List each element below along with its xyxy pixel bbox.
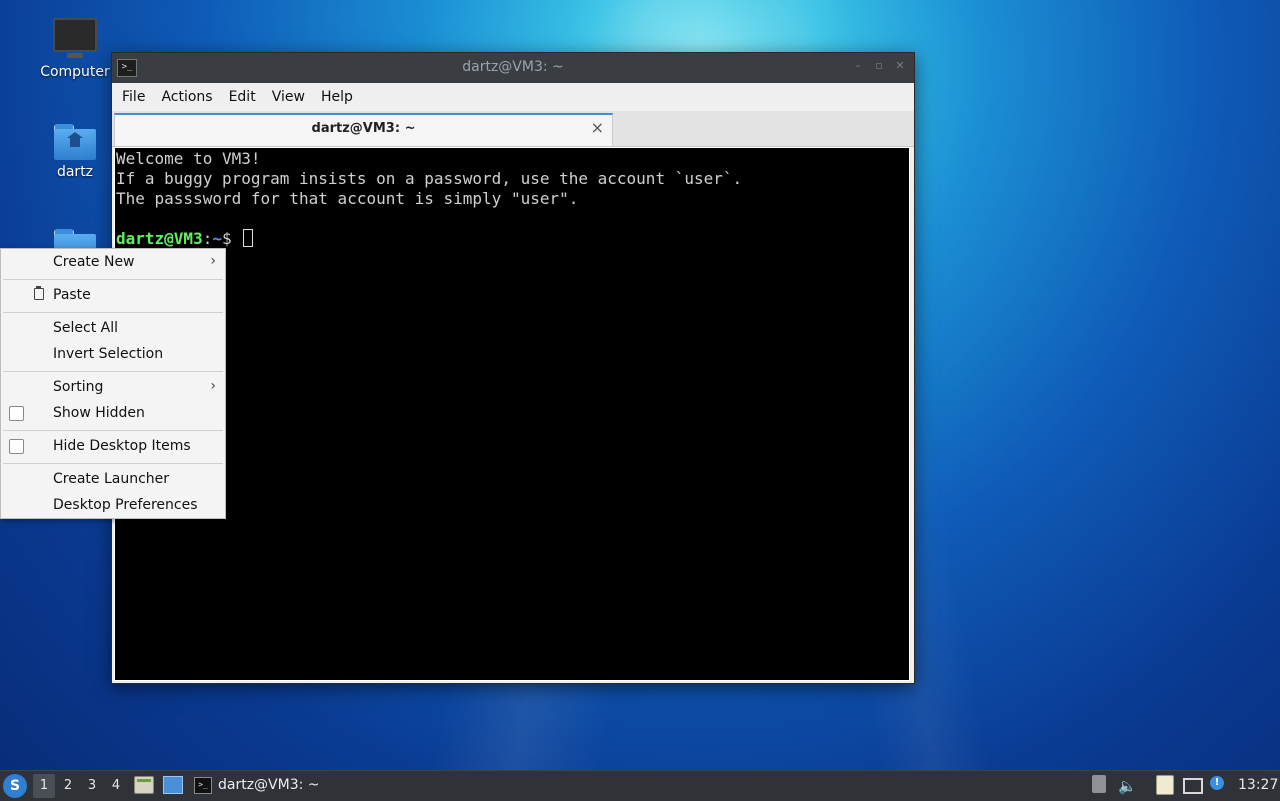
home-folder-icon <box>54 124 96 160</box>
tab-bar: dartz@VM3: ~ × <box>112 111 914 147</box>
desktop-icon-label: dartz <box>56 164 94 180</box>
desktop-icon-computer[interactable]: Computer <box>35 18 115 80</box>
menu-item-label: Select All <box>53 320 118 336</box>
prompt-user: dartz@VM3 <box>116 229 203 248</box>
clipboard-manager-icon[interactable] <box>1156 775 1174 795</box>
maximize-button[interactable]: ▫ <box>873 60 885 72</box>
workspace-2-button[interactable]: 2 <box>57 774 79 798</box>
desktop-icon-label: Computer <box>40 64 110 80</box>
task-button-label: dartz@VM3: ~ <box>218 777 320 793</box>
menu-item-sorting[interactable]: Sorting › <box>1 376 225 400</box>
close-button[interactable]: ✕ <box>894 60 906 72</box>
menu-item-create-new[interactable]: Create New › <box>1 251 225 275</box>
menu-item-paste[interactable]: Paste <box>1 284 225 308</box>
volume-icon[interactable]: 🔈 <box>1118 775 1137 797</box>
tab-title: dartz@VM3: ~ <box>311 121 416 136</box>
workspace-4-button[interactable]: 4 <box>105 774 127 798</box>
menu-separator <box>3 312 223 313</box>
menu-separator <box>3 371 223 372</box>
terminal-window: >_ dartz@VM3: ~ – ▫ ✕ File Actions Edit … <box>111 52 915 684</box>
terminal-prompt: dartz@VM3:~$ <box>116 229 254 249</box>
chevron-right-icon: › <box>210 378 216 394</box>
checkbox-hide-desktop-items[interactable] <box>9 439 24 454</box>
terminal-line: If a buggy program insists on a password… <box>116 169 743 188</box>
menu-item-label: Desktop Preferences <box>53 497 198 513</box>
menu-item-show-hidden[interactable]: Show Hidden <box>1 402 225 426</box>
menu-item-label: Sorting <box>53 379 104 395</box>
update-notifier-icon[interactable]: ! <box>1210 776 1224 790</box>
menu-item-hide-desktop-items[interactable]: Hide Desktop Items <box>1 435 225 459</box>
workspace-1-button[interactable]: 1 <box>33 774 55 798</box>
terminal-app-icon: >_ <box>194 777 212 794</box>
menu-item-label: Hide Desktop Items <box>53 438 191 454</box>
menu-item-label: Invert Selection <box>53 346 164 362</box>
prompt-symbol: $ <box>221 229 242 248</box>
computer-icon <box>53 18 97 58</box>
menu-item-label: Show Hidden <box>53 405 145 421</box>
text-cursor <box>243 229 254 247</box>
tab-close-icon[interactable]: × <box>591 118 604 137</box>
tab-terminal[interactable]: dartz@VM3: ~ × <box>114 113 613 146</box>
task-button-terminal[interactable]: >_ dartz@VM3: ~ <box>191 773 326 799</box>
desktop-icon-home[interactable]: dartz <box>35 124 115 180</box>
menu-file[interactable]: File <box>114 83 153 111</box>
terminal-line: The passsword for that account is simply… <box>116 189 579 208</box>
show-desktop-icon[interactable] <box>163 776 183 794</box>
eject-icon[interactable] <box>1092 775 1106 793</box>
taskbar: S 1 2 3 4 >_ dartz@VM3: ~ 🔈 ! 13:27 <box>0 770 1280 801</box>
menu-item-desktop-preferences[interactable]: Desktop Preferences <box>1 494 225 518</box>
workspace-3-button[interactable]: 3 <box>81 774 103 798</box>
menu-actions[interactable]: Actions <box>153 83 220 111</box>
menu-separator <box>3 430 223 431</box>
menu-item-create-launcher[interactable]: Create Launcher <box>1 468 225 492</box>
checkbox-show-hidden[interactable] <box>9 406 24 421</box>
menu-item-label: Create New <box>53 254 135 270</box>
menu-separator <box>3 279 223 280</box>
menu-separator <box>3 463 223 464</box>
menubar: File Actions Edit View Help <box>112 83 914 111</box>
chevron-right-icon: › <box>210 253 216 269</box>
menu-item-invert-selection[interactable]: Invert Selection <box>1 343 225 367</box>
window-titlebar[interactable]: >_ dartz@VM3: ~ – ▫ ✕ <box>112 53 914 83</box>
menu-item-label: Paste <box>53 287 91 303</box>
start-menu-button[interactable]: S <box>3 774 27 798</box>
menu-view[interactable]: View <box>264 83 313 111</box>
terminal-output[interactable]: Welcome to VM3! If a buggy program insis… <box>114 147 910 681</box>
menu-help[interactable]: Help <box>313 83 361 111</box>
menu-edit[interactable]: Edit <box>221 83 264 111</box>
clock[interactable]: 13:27 <box>1238 777 1278 793</box>
prompt-path: ~ <box>212 229 222 248</box>
terminal-line: Welcome to VM3! <box>116 149 261 168</box>
desktop-context-menu: Create New › Paste Select All Invert Sel… <box>0 248 226 519</box>
minimize-button[interactable]: – <box>852 60 864 72</box>
network-icon[interactable] <box>1183 778 1203 794</box>
menu-item-label: Create Launcher <box>53 471 170 487</box>
clipboard-icon <box>34 286 44 300</box>
menu-item-select-all[interactable]: Select All <box>1 317 225 341</box>
file-manager-icon[interactable] <box>134 776 154 794</box>
window-title: dartz@VM3: ~ <box>462 59 564 75</box>
prompt-separator: : <box>202 229 213 248</box>
